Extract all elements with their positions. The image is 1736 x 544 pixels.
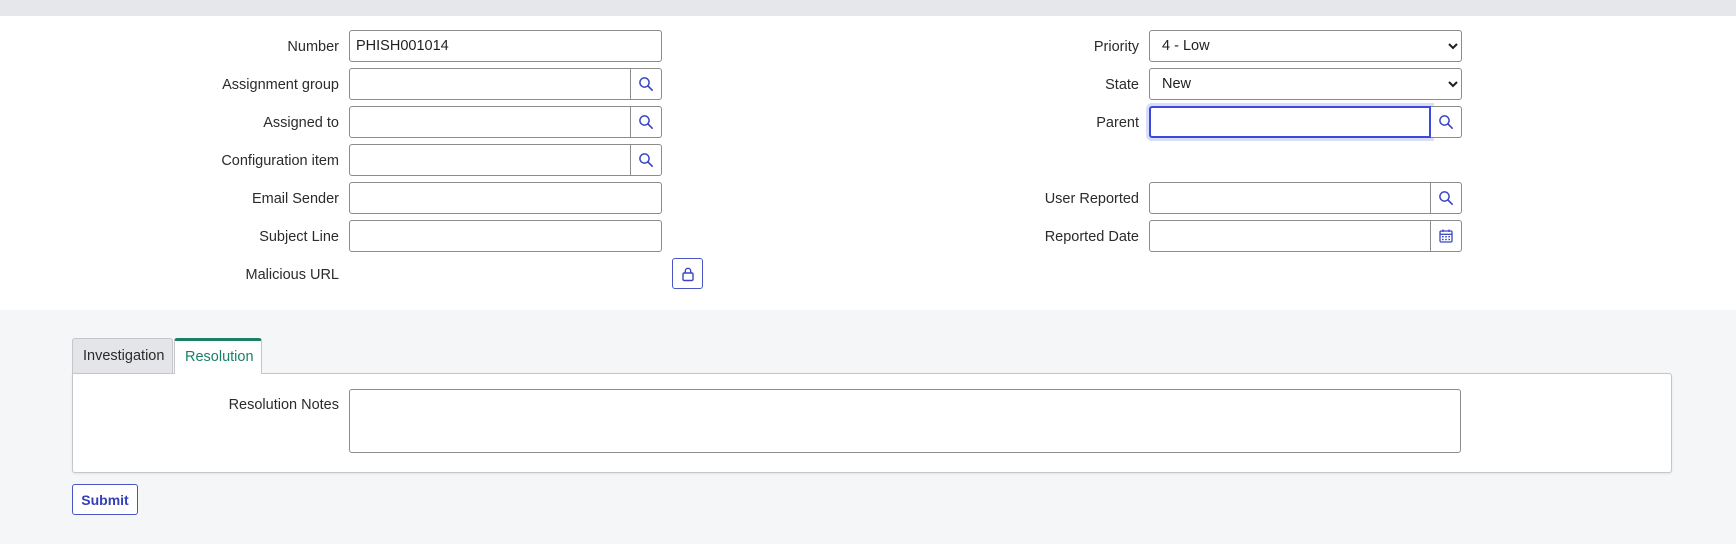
parent-lookup-button[interactable] — [1431, 106, 1462, 138]
assignment-group-lookup-button[interactable] — [631, 68, 662, 100]
reported-date-field[interactable] — [1149, 220, 1431, 252]
user-reported-field[interactable] — [1149, 182, 1431, 214]
priority-select[interactable]: 4 - Low — [1149, 30, 1462, 62]
malicious-url-unlock-button[interactable] — [672, 258, 703, 289]
search-icon — [639, 77, 653, 91]
priority-label: Priority — [1093, 39, 1139, 55]
email-sender-label: Email Sender — [251, 191, 339, 207]
user-reported-lookup-button[interactable] — [1431, 182, 1462, 214]
top-bar — [0, 0, 1736, 16]
number-label: Number — [287, 39, 339, 55]
active-tab-joiner — [175, 372, 261, 374]
search-icon — [1439, 115, 1453, 129]
state-select[interactable]: New — [1149, 68, 1462, 100]
state-label: State — [1105, 77, 1139, 93]
configuration-item-label: Configuration item — [221, 153, 339, 169]
assigned-to-lookup-button[interactable] — [631, 106, 662, 138]
search-icon — [639, 153, 653, 167]
parent-label: Parent — [1096, 115, 1139, 131]
reported-date-picker-button[interactable] — [1431, 220, 1462, 252]
assigned-to-field[interactable] — [349, 106, 631, 138]
tab-investigation-label: Investigation — [83, 348, 165, 364]
subject-line-label: Subject Line — [259, 229, 339, 245]
assignment-group-label: Assignment group — [222, 77, 339, 93]
tab-resolution-label: Resolution — [185, 349, 254, 365]
user-reported-label: User Reported — [1044, 191, 1139, 207]
tab-resolution[interactable]: Resolution — [174, 338, 262, 374]
reported-date-label: Reported Date — [1044, 229, 1139, 245]
calendar-icon — [1439, 229, 1453, 243]
malicious-url-label: Malicious URL — [245, 267, 339, 283]
tab-investigation[interactable]: Investigation — [72, 338, 173, 374]
assignment-group-field[interactable] — [349, 68, 631, 100]
submit-button[interactable]: Submit — [72, 484, 138, 515]
lock-icon — [681, 267, 694, 281]
configuration-item-field[interactable] — [349, 144, 631, 176]
search-icon — [1439, 191, 1453, 205]
email-sender-field[interactable] — [349, 182, 662, 214]
number-field[interactable] — [349, 30, 662, 62]
configuration-item-lookup-button[interactable] — [631, 144, 662, 176]
search-icon — [639, 115, 653, 129]
assigned-to-label: Assigned to — [263, 115, 339, 131]
parent-field[interactable] — [1149, 106, 1431, 138]
subject-line-field[interactable] — [349, 220, 662, 252]
resolution-notes-textarea[interactable] — [349, 389, 1461, 453]
resolution-notes-label: Resolution Notes — [228, 397, 339, 413]
